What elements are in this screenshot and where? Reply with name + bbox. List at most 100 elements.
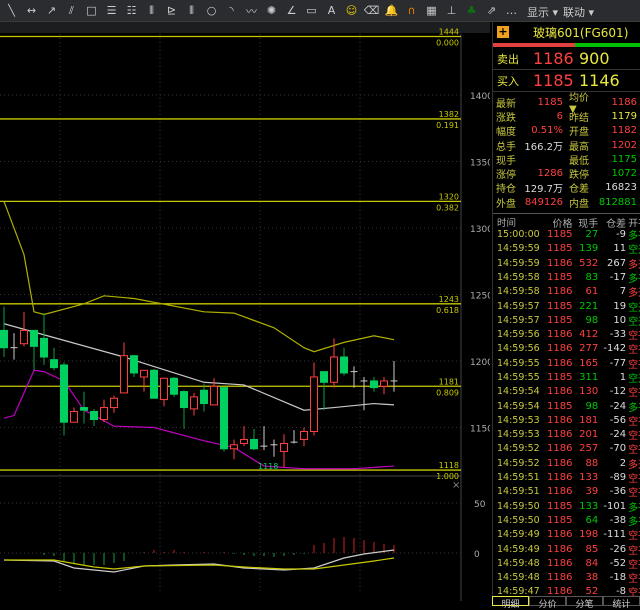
trade-row[interactable]: 14:59:57 1185 98 10空开	[493, 313, 640, 328]
stat-label: 外盘	[496, 198, 516, 210]
trade-time: 14:59:50	[497, 514, 540, 526]
trade-volume: 532	[579, 257, 599, 269]
candle-body	[50, 359, 58, 369]
trade-row[interactable]: 14:59:48 1186 84 -52空平	[493, 556, 640, 571]
candle-body	[230, 444, 238, 450]
line-icon[interactable]: ╲	[3, 3, 20, 19]
candle-body	[80, 407, 88, 411]
trade-row[interactable]: 14:59:49 1186 85 -26空平	[493, 542, 640, 557]
trade-row[interactable]: 14:59:59 1185 139 11空开	[493, 242, 640, 256]
grid-icon[interactable]: ▦	[423, 3, 440, 19]
trade-price: 1185	[547, 500, 573, 512]
tab-0[interactable]: 明细	[492, 596, 529, 610]
stat-row: 总手 166.2万 最高 1202	[493, 138, 640, 153]
parallel-icon[interactable]: ⫽	[63, 3, 80, 19]
trade-row[interactable]: 14:59:50 1185 133 -101多平	[493, 499, 640, 514]
trade-row[interactable]: 14:59:59 1186 532 267多开	[493, 256, 640, 271]
trade-volume: 181	[579, 414, 599, 426]
trade-row[interactable]: 14:59:50 1185 64 -38多平	[493, 513, 640, 528]
trade-row[interactable]: 14:59:53 1186 201 -24空平	[493, 428, 640, 442]
bell-icon[interactable]: 🔔	[383, 3, 400, 19]
magnet-icon[interactable]: ∩	[403, 3, 420, 19]
trade-row[interactable]: 14:59:53 1186 181 -56空平	[493, 413, 640, 428]
trade-row[interactable]: 14:59:58 1186 61 7多开	[493, 285, 640, 299]
period-icon[interactable]: ⦀	[183, 3, 200, 19]
trade-time: 14:59:51	[497, 472, 540, 484]
fib-icon[interactable]: ☰	[103, 3, 120, 19]
trade-row[interactable]: 14:59:54 1186 130 -12空平	[493, 385, 640, 399]
trades-header: 时间 价格 现手 仓差 开平	[493, 213, 640, 230]
trade-row[interactable]: 14:59:48 1186 38 -18空平	[493, 571, 640, 585]
fib-ext-icon[interactable]: ☷	[123, 3, 140, 19]
trade-row[interactable]: 15:00:00 1185 27 -9多平	[493, 227, 640, 242]
trade-row[interactable]: 14:59:56 1186 277 -142空平	[493, 342, 640, 356]
trade-type: 多平	[628, 502, 640, 514]
trade-time: 14:59:52	[497, 457, 540, 469]
trade-time: 14:59:53	[497, 429, 540, 441]
trade-time: 14:59:56	[497, 343, 540, 355]
tab-1[interactable]: 分价	[529, 596, 566, 610]
gann-icon[interactable]: ⊵	[163, 3, 180, 19]
more-icon[interactable]: …	[503, 3, 520, 19]
trade-row[interactable]: 14:59:56 1186 412 -33空平	[493, 327, 640, 343]
display-menu[interactable]: 显示 ▾	[527, 4, 558, 20]
ruler-icon[interactable]: ▭	[303, 3, 320, 19]
trade-type: 空平	[628, 331, 640, 343]
trade-volume: 64	[585, 514, 599, 526]
trade-volume: 85	[585, 543, 599, 555]
trade-oi-change: -142	[603, 343, 627, 355]
trade-type: 多开	[628, 288, 640, 300]
rectangle-icon[interactable]: □	[83, 3, 100, 19]
trade-row[interactable]: 14:59:55 1186 165 -77空平	[493, 356, 640, 371]
text-icon[interactable]: A	[323, 3, 340, 19]
trade-volume: 165	[579, 357, 599, 369]
trade-time: 14:59:57	[497, 300, 540, 312]
wave-icon[interactable]: 〰	[243, 3, 260, 19]
trade-row[interactable]: 14:59:58 1185 83 -17多平	[493, 270, 640, 285]
sell-label: 卖出	[497, 52, 519, 66]
horizontal-line-icon[interactable]: ↔	[23, 3, 40, 19]
trade-oi-change: -18	[609, 572, 627, 584]
link-menu[interactable]: 联动 ▾	[563, 4, 594, 20]
trade-row[interactable]: 14:59:55 1185 311 1空开	[493, 370, 640, 385]
trade-row[interactable]: 14:59:51 1186 133 -89空平	[493, 470, 640, 485]
stat-value-2: 1179	[611, 110, 637, 122]
trade-volume: 133	[579, 472, 599, 484]
display-label: 显示	[527, 6, 549, 19]
candle-body	[140, 369, 148, 378]
trade-type: 空平	[628, 359, 640, 371]
trade-type: 空平	[628, 445, 640, 457]
y-tick-label: 1150	[470, 425, 490, 435]
eraser-icon[interactable]: ⌫	[363, 3, 380, 19]
fan-icon[interactable]: ✺	[263, 3, 280, 19]
trade-type: 空开	[628, 374, 640, 385]
split-icon[interactable]: ⊥	[443, 3, 460, 19]
trade-row[interactable]: 14:59:52 1186 88 2多开	[493, 456, 640, 471]
arc-icon[interactable]: ◝	[223, 3, 240, 19]
angle-icon[interactable]: ∠	[283, 3, 300, 19]
cycle-icon[interactable]: ⦀	[143, 3, 160, 19]
trade-row[interactable]: 14:59:49 1186 198 -111空平	[493, 528, 640, 542]
add-icon[interactable]: +	[497, 26, 509, 38]
trade-time: 14:59:48	[497, 572, 540, 584]
ray-icon[interactable]: ↗	[43, 3, 60, 19]
kline-chart[interactable]: 1400 1350 1300 1250 1200 1150 1444 0.000 1382 0.1…	[0, 22, 490, 601]
trade-row[interactable]: 14:59:52 1186 257 -70空平	[493, 442, 640, 456]
trades-list[interactable]: 15:00:00118527-9多平14:59:59118513911空开14:…	[493, 227, 640, 599]
export-icon[interactable]: ⇗	[483, 3, 500, 19]
fib-ratio-label: 0.809	[436, 388, 459, 397]
circle-icon[interactable]: ○	[203, 3, 220, 19]
trade-time: 14:59:52	[497, 443, 540, 455]
trade-volume: 412	[579, 329, 599, 341]
trade-price: 1185	[547, 229, 573, 241]
smile-icon[interactable]: ☺	[343, 3, 360, 19]
trade-price: 1186	[547, 329, 573, 341]
clover-icon[interactable]: ♣	[463, 3, 480, 19]
trade-price: 1186	[547, 572, 573, 584]
trade-row[interactable]: 14:59:51 1186 39 -36空平	[493, 485, 640, 499]
tab-3[interactable]: 统计	[603, 596, 640, 610]
trade-row[interactable]: 14:59:57 1185 221 19空开	[493, 299, 640, 314]
trade-row[interactable]: 14:59:54 1185 98 -24多平	[493, 399, 640, 414]
tab-2[interactable]: 分笔	[566, 596, 603, 610]
trade-time: 14:59:55	[497, 371, 540, 383]
